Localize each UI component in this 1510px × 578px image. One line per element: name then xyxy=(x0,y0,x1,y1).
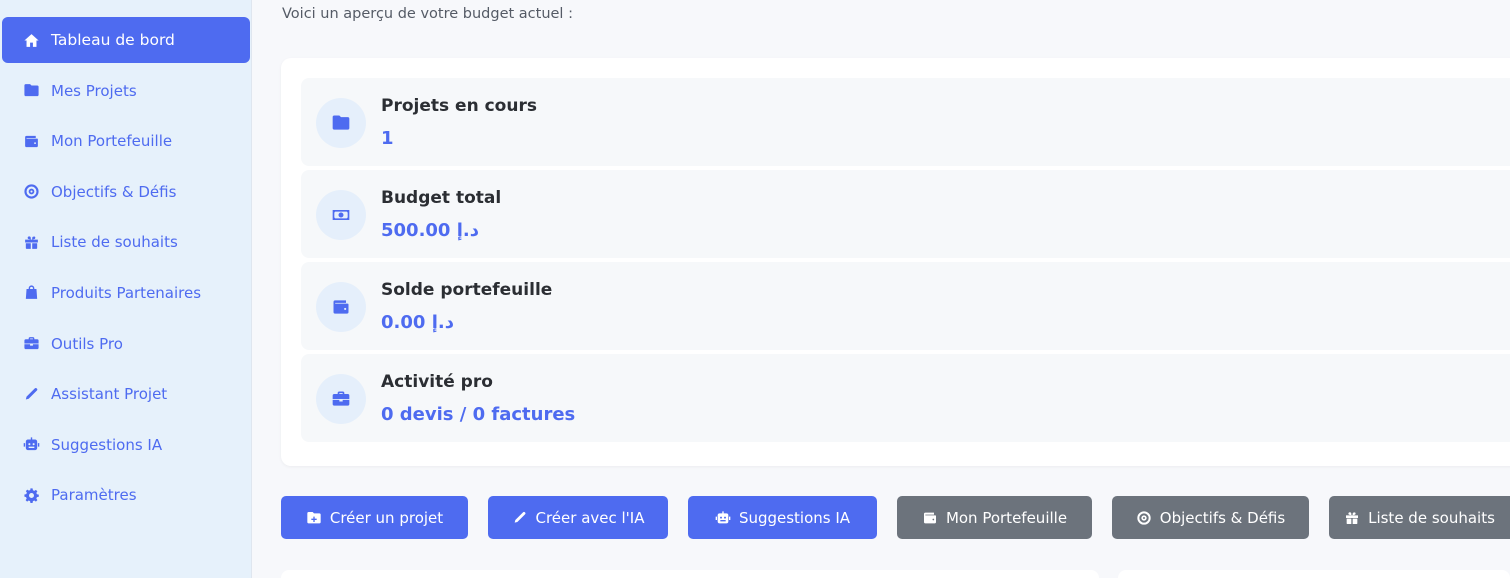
sidebar: Tableau de bord Mes Projets Mon Portefeu… xyxy=(0,0,252,578)
briefcase-icon xyxy=(316,374,366,424)
sidebar-item-label: Outils Pro xyxy=(51,334,123,353)
pencil-icon xyxy=(22,385,40,403)
stat-label: Projets en cours xyxy=(381,96,537,116)
sidebar-item-label: Mon Portefeuille xyxy=(51,132,173,151)
folder-icon xyxy=(22,82,40,100)
sidebar-item-label: Paramètres xyxy=(51,486,137,505)
sidebar-item-assistant-projet[interactable]: Assistant Projet xyxy=(2,371,250,417)
stat-label: Solde portefeuille xyxy=(381,280,553,300)
my-wallet-button[interactable]: Mon Portefeuille xyxy=(897,496,1092,539)
shopping-bag-icon xyxy=(22,284,40,302)
wallet-icon xyxy=(316,282,366,332)
sidebar-item-label: Mes Projets xyxy=(51,81,137,100)
sidebar-item-label: Objectifs & Défis xyxy=(51,182,177,201)
robot-icon xyxy=(22,436,40,454)
sidebar-item-label: Suggestions IA xyxy=(51,435,163,454)
button-label: Mon Portefeuille xyxy=(945,508,1068,527)
sidebar-item-suggestions-ia[interactable]: Suggestions IA xyxy=(2,422,250,468)
robot-icon xyxy=(715,510,731,523)
sidebar-item-tableau-de-bord[interactable]: Tableau de bord xyxy=(2,17,250,63)
budget-summary-card: Projets en cours 1 Budget total 500.00 د… xyxy=(281,58,1510,466)
stat-value: 1 xyxy=(381,128,394,149)
sidebar-item-mes-projets[interactable]: Mes Projets xyxy=(2,68,250,114)
wishlist-button[interactable]: Liste de souhaits xyxy=(1329,496,1510,539)
sidebar-item-label: Tableau de bord xyxy=(51,31,175,49)
button-label: Objectifs & Défis xyxy=(1159,508,1286,527)
stat-value: 500.00 د.إ xyxy=(381,220,479,241)
home-icon xyxy=(22,31,40,49)
bottom-card-right xyxy=(1118,570,1510,578)
sidebar-item-label: Produits Partenaires xyxy=(51,283,202,302)
gift-icon xyxy=(1346,511,1359,524)
gift-icon xyxy=(22,233,40,251)
bottom-card-left xyxy=(281,570,1099,578)
folder-icon xyxy=(316,98,366,148)
briefcase-icon xyxy=(22,335,40,353)
sidebar-item-outils-pro[interactable]: Outils Pro xyxy=(2,321,250,367)
sidebar-item-label: Assistant Projet xyxy=(51,385,168,404)
money-bill-icon xyxy=(316,190,366,240)
wallet-icon xyxy=(22,132,40,150)
stat-activite-pro: Activité pro 0 devis / 0 factures xyxy=(301,354,1510,442)
stat-value: 0 devis / 0 factures xyxy=(381,404,576,425)
stat-label: Activité pro xyxy=(381,372,493,392)
stat-budget-total: Budget total 500.00 د.إ xyxy=(301,170,1510,258)
button-label: Créer avec l'IA xyxy=(535,508,645,527)
sidebar-item-label: Liste de souhaits xyxy=(51,233,178,252)
sidebar-item-produits-partenaires[interactable]: Produits Partenaires xyxy=(2,270,250,316)
create-project-button[interactable]: Créer un projet xyxy=(281,496,468,539)
stat-value: 0.00 د.إ xyxy=(381,312,454,333)
gear-icon xyxy=(22,486,40,504)
goals-challenges-button[interactable]: Objectifs & Défis xyxy=(1112,496,1309,539)
sidebar-item-liste-de-souhaits[interactable]: Liste de souhaits xyxy=(2,219,250,265)
ai-suggestions-button[interactable]: Suggestions IA xyxy=(688,496,877,539)
sidebar-item-objectifs-defis[interactable]: Objectifs & Défis xyxy=(2,169,250,215)
button-label: Liste de souhaits xyxy=(1368,508,1495,527)
stat-solde-portefeuille: Solde portefeuille 0.00 د.إ xyxy=(301,262,1510,350)
folder-plus-icon xyxy=(307,511,321,523)
target-icon xyxy=(22,183,40,201)
intro-text: Voici un aperçu de votre budget actuel : xyxy=(282,6,573,22)
sidebar-item-mon-portefeuille[interactable]: Mon Portefeuille xyxy=(2,118,250,164)
sidebar-item-parametres[interactable]: Paramètres xyxy=(2,472,250,518)
sidebar-nav: Tableau de bord Mes Projets Mon Portefeu… xyxy=(0,17,252,523)
button-label: Suggestions IA xyxy=(738,508,851,527)
stat-projets-en-cours: Projets en cours 1 xyxy=(301,78,1510,166)
wallet-icon xyxy=(923,512,936,523)
create-with-ai-button[interactable]: Créer avec l'IA xyxy=(488,496,668,539)
pencil-icon xyxy=(514,511,525,523)
button-label: Créer un projet xyxy=(329,508,444,527)
target-icon xyxy=(1137,510,1151,525)
stat-label: Budget total xyxy=(381,188,502,208)
